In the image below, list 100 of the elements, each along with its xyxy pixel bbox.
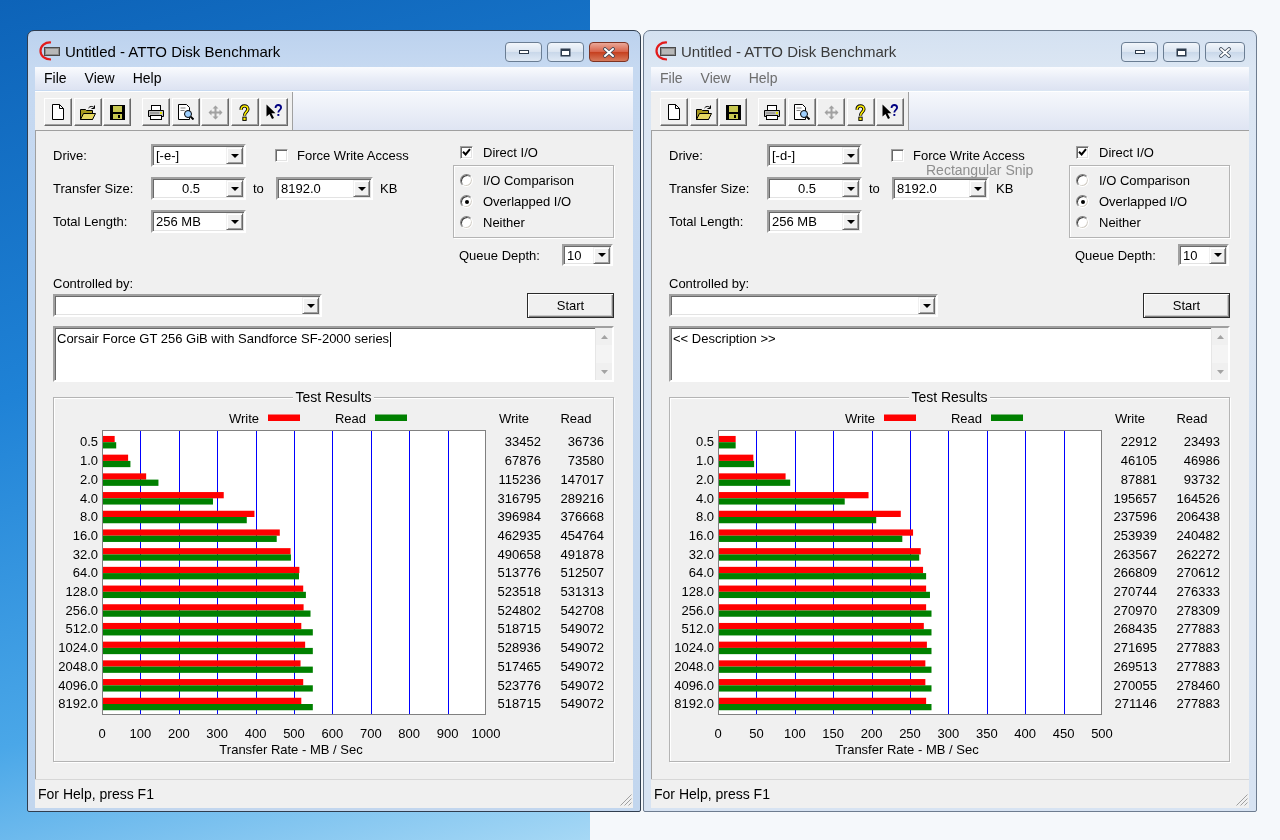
dropdown-button[interactable]: [353, 180, 370, 197]
table-cell: 46105: [1120, 453, 1157, 469]
open-button[interactable]: [689, 98, 718, 126]
maximize-icon: [560, 47, 571, 57]
tick-label: 300: [937, 725, 960, 741]
table-cell: 278309: [1176, 602, 1220, 618]
category-label: 256.0: [681, 602, 714, 618]
radio-button[interactable]: [460, 195, 473, 208]
save-button[interactable]: [719, 98, 747, 126]
axis-title: Transfer Rate - MB / Sec: [835, 741, 979, 757]
context-help-button[interactable]: [260, 98, 288, 126]
legend-label: Read: [334, 410, 366, 426]
table-cell: 263567: [1113, 546, 1157, 562]
status-text: For Help, press F1: [654, 786, 770, 802]
table-cell: 195657: [1113, 490, 1157, 506]
checkbox[interactable]: [460, 145, 473, 159]
queue-depth-dropdown[interactable]: 10: [562, 244, 613, 266]
table-cell: 266809: [1113, 565, 1157, 581]
radio-label[interactable]: I/O Comparison: [483, 174, 575, 187]
minimize-button[interactable]: [505, 42, 542, 62]
dropdown-button[interactable]: [226, 213, 243, 230]
table-cell: 23493: [1183, 434, 1220, 450]
table-cell: 270744: [1113, 584, 1157, 600]
radio-dot-icon: [1080, 199, 1085, 204]
print-button[interactable]: [758, 98, 786, 126]
print-button[interactable]: [142, 98, 170, 126]
category-label: 64.0: [72, 565, 98, 581]
dropdown-button[interactable]: [302, 297, 319, 314]
table-cell: 253939: [1113, 527, 1157, 543]
radio-label[interactable]: Neither: [483, 216, 525, 229]
print-preview-button[interactable]: [171, 98, 200, 126]
checkbox[interactable]: [275, 149, 288, 162]
pointer-question-icon: [266, 104, 282, 120]
table-cell: 271695: [1113, 640, 1157, 656]
help-button[interactable]: [846, 98, 875, 126]
page-magnifier-icon: [177, 104, 194, 120]
dropdown-button[interactable]: [918, 297, 935, 314]
menu-item[interactable]: View: [75, 67, 124, 90]
table-cell: 518715: [497, 621, 541, 637]
transfer-size-from-dropdown[interactable]: 0.5: [151, 177, 246, 200]
table-cell: 542708: [560, 602, 604, 618]
up-arrow-icon: [600, 334, 608, 339]
total-length-dropdown[interactable]: 256 MB: [151, 210, 246, 233]
transfer-size-to-dropdown[interactable]: 8192.0: [276, 177, 373, 200]
table-cell: 549072: [560, 677, 604, 693]
table-cell: 73580: [567, 453, 604, 469]
radio-label[interactable]: Neither: [1099, 216, 1141, 229]
field-label: Transfer Size:: [669, 181, 751, 196]
maximize-icon: [1176, 47, 1187, 57]
controlled-by-dropdown[interactable]: [53, 294, 322, 317]
tick-label: 100: [129, 725, 152, 741]
context-help-button[interactable]: [876, 98, 904, 126]
radio-label[interactable]: I/O Comparison: [1099, 174, 1191, 187]
tick-label: 350: [975, 725, 998, 741]
new-button[interactable]: [44, 98, 72, 126]
dropdown-button[interactable]: [226, 147, 243, 164]
table-cell: 270612: [1176, 565, 1220, 581]
dropdown-button[interactable]: [842, 213, 859, 230]
table-cell: 277883: [1176, 640, 1220, 656]
dropdown-button[interactable]: [842, 180, 859, 197]
radio-label[interactable]: Overlapped I/O: [483, 195, 572, 208]
four-arrows-icon: [823, 104, 839, 120]
dropdown-button[interactable]: [969, 180, 986, 197]
field-label: to: [253, 181, 265, 196]
tooltip-label: Rectangular Snip: [926, 163, 1034, 177]
start-button[interactable]: Start: [527, 293, 614, 318]
dropdown-button[interactable]: [226, 180, 243, 197]
open-button[interactable]: [73, 98, 102, 126]
tick-label: 800: [398, 725, 421, 741]
category-label: 4096.0: [674, 677, 714, 693]
category-label: 512.0: [65, 621, 98, 637]
table-cell: 206438: [1176, 509, 1220, 525]
checkbox-label[interactable]: Force Write Access: [297, 149, 409, 162]
description-field[interactable]: Corsair Force GT 256 GiB with Sandforce SF-2000 series: [53, 326, 614, 382]
radio-button[interactable]: [460, 216, 473, 229]
table-cell: 517465: [497, 658, 541, 674]
dropdown-button[interactable]: [842, 147, 859, 164]
save-button[interactable]: [103, 98, 131, 126]
close-button[interactable]: [589, 42, 629, 62]
tick-label: 250: [899, 725, 921, 741]
table-cell: 240482: [1176, 527, 1220, 543]
checkbox-label[interactable]: Direct I/O: [483, 145, 538, 159]
category-label: 8192.0: [674, 696, 714, 712]
menu-item[interactable]: Help: [123, 67, 171, 90]
tick-label: 300: [206, 725, 229, 741]
dropdown-button[interactable]: [593, 246, 610, 264]
help-button[interactable]: [230, 98, 259, 126]
radio-button[interactable]: [1076, 195, 1089, 208]
radio-button[interactable]: [1076, 174, 1089, 187]
table-cell: 277883: [1176, 621, 1220, 637]
drive-dropdown[interactable]: [-e-]: [151, 144, 246, 167]
dropdown-button[interactable]: [1209, 246, 1226, 264]
four-arrows-icon: [207, 104, 223, 120]
radio-button[interactable]: [1076, 216, 1089, 229]
radio-label[interactable]: Overlapped I/O: [1099, 195, 1188, 208]
menu-item[interactable]: File: [35, 67, 76, 90]
new-button[interactable]: [660, 98, 688, 126]
radio-button[interactable]: [460, 174, 473, 187]
maximize-button[interactable]: [547, 42, 584, 62]
print-preview-button[interactable]: [787, 98, 816, 126]
